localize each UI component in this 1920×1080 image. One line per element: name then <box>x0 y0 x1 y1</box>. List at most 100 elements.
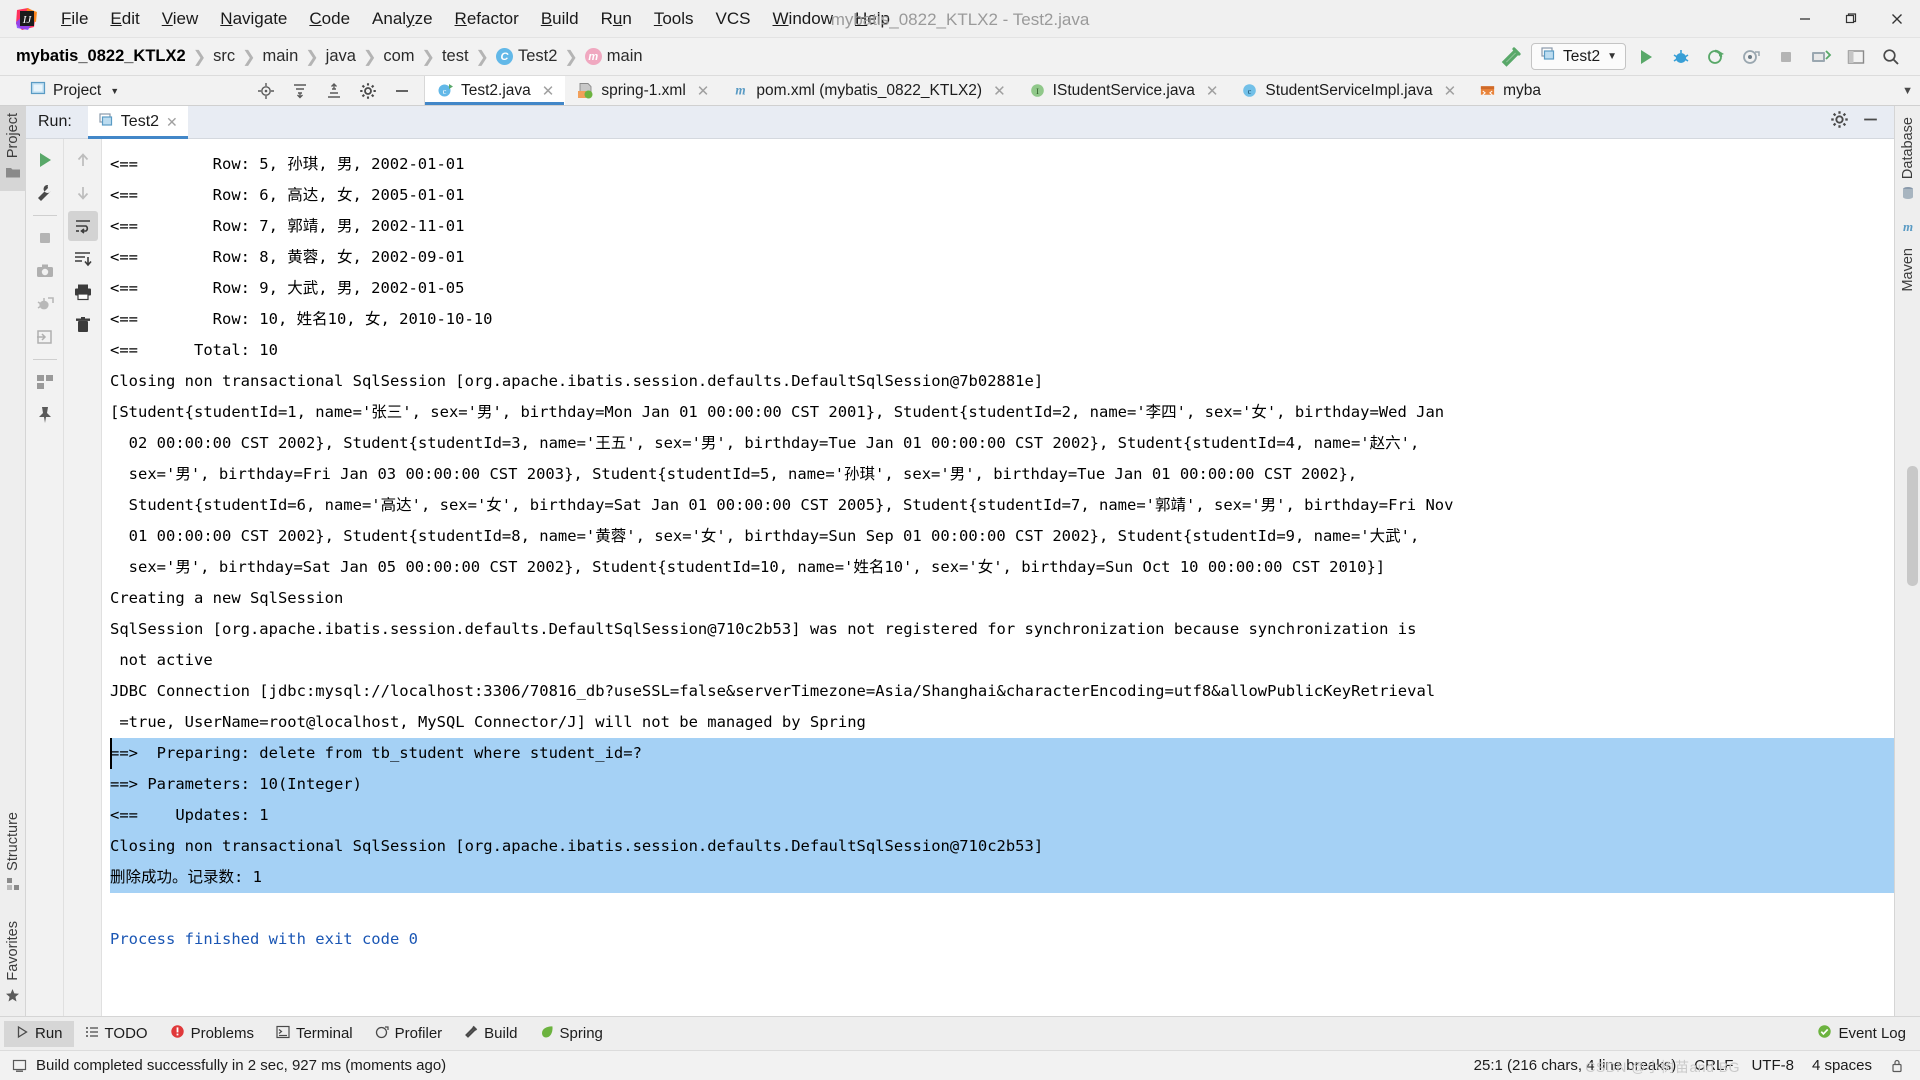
snapshot-button[interactable] <box>30 256 60 286</box>
breadcrumb-main-method[interactable]: m main <box>584 47 643 66</box>
hide-panel-icon[interactable] <box>387 76 417 106</box>
lock-icon[interactable] <box>1890 1058 1904 1073</box>
menu-code[interactable]: Code <box>298 6 361 32</box>
menu-analyze[interactable]: Analyze <box>361 6 444 32</box>
pin-tab-button[interactable] <box>30 400 60 430</box>
next-occurrence-button[interactable] <box>68 178 98 208</box>
menu-file[interactable]: File <box>50 6 99 32</box>
sidebar-item-favorites[interactable]: Favorites <box>5 914 21 1008</box>
menu-vcs[interactable]: VCS <box>705 6 762 32</box>
console-line: <== Updates: 1 <box>110 800 1894 831</box>
editor-tab-myba[interactable]: myba <box>1467 76 1552 105</box>
editor-tab-test2-java[interactable]: c Test2.java ✕ <box>425 76 566 105</box>
spring-xml-icon <box>577 82 594 99</box>
editor-tab-istudentservice-java[interactable]: I IStudentService.java ✕ <box>1017 76 1230 105</box>
indent-indicator[interactable]: 4 spaces <box>1812 1057 1872 1074</box>
menu-tools[interactable]: Tools <box>643 6 705 32</box>
caret-position[interactable]: 25:1 (216 chars, 4 line breaks) <box>1474 1057 1677 1074</box>
breadcrumb-test[interactable]: test <box>442 47 469 66</box>
menu-refactor[interactable]: Refactor <box>444 6 530 32</box>
menu-edit[interactable]: Edit <box>99 6 150 32</box>
menu-bar[interactable]: File Edit View Navigate Code Analyze Ref… <box>50 6 901 32</box>
close-button[interactable] <box>1874 0 1920 38</box>
svg-text:c: c <box>443 86 447 96</box>
breadcrumb-com[interactable]: com <box>383 47 414 66</box>
bottom-tab-label: TODO <box>104 1025 148 1042</box>
close-icon[interactable]: ✕ <box>697 82 710 100</box>
editor-tab-pom-xml[interactable]: m pom.xml (mybatis_0822_KTLX2) ✕ <box>720 76 1016 105</box>
bottom-tab-terminal[interactable]: Terminal <box>265 1021 364 1047</box>
sidebar-item-database[interactable]: Database <box>1900 106 1916 219</box>
close-icon[interactable]: ✕ <box>166 114 178 131</box>
gear-icon[interactable] <box>353 76 383 106</box>
run-with-coverage-icon[interactable] <box>1701 43 1731 71</box>
bottom-tab-problems[interactable]: Problems <box>159 1020 265 1047</box>
project-title[interactable]: Project ▼ <box>0 80 119 101</box>
dump-threads-button[interactable] <box>30 289 60 319</box>
menu-build[interactable]: Build <box>530 6 590 32</box>
notification-icon[interactable] <box>12 1058 28 1074</box>
breadcrumb-main[interactable]: main <box>263 47 299 66</box>
collapse-panel-icon[interactable] <box>1841 43 1871 71</box>
clear-all-button[interactable] <box>68 310 98 340</box>
close-icon[interactable]: ✕ <box>1206 82 1219 100</box>
run-configuration-selector[interactable]: Test2 ▼ <box>1531 43 1626 70</box>
breadcrumb-src[interactable]: src <box>213 47 235 66</box>
sidebar-item-project[interactable]: Project <box>0 106 26 192</box>
close-icon[interactable]: ✕ <box>1444 82 1457 100</box>
menu-window[interactable]: Window <box>762 6 844 32</box>
menu-navigate[interactable]: Navigate <box>209 6 298 32</box>
locate-target-icon[interactable] <box>251 76 281 106</box>
editor-tab-studentserviceimpl-java[interactable]: c StudentServiceImpl.java ✕ <box>1229 76 1467 105</box>
console-output[interactable]: <== Row: 5, 孙琪, 男, 2002-01-01 <== Row: 6,… <box>102 139 1894 1016</box>
line-separator-indicator[interactable]: CRLF <box>1694 1057 1733 1074</box>
sidebar-item-maven[interactable]: m Maven <box>1900 219 1916 299</box>
close-icon[interactable]: ✕ <box>993 82 1006 100</box>
debug-bug-icon[interactable] <box>1666 43 1696 71</box>
breadcrumb-java[interactable]: java <box>326 47 356 66</box>
editor-tabs-overflow-button[interactable]: ▼ <box>1895 76 1920 105</box>
encoding-indicator[interactable]: UTF-8 <box>1751 1057 1794 1074</box>
maximize-button[interactable] <box>1828 0 1874 38</box>
search-icon[interactable] <box>1876 43 1906 71</box>
restore-layout-button[interactable] <box>30 367 60 397</box>
bottom-tab-run[interactable]: Run <box>4 1020 74 1047</box>
menu-help[interactable]: Help <box>844 6 901 32</box>
scroll-to-end-button[interactable] <box>68 244 98 274</box>
bottom-tab-spring[interactable]: Spring <box>529 1021 614 1047</box>
run-play-icon[interactable] <box>1631 43 1661 71</box>
bottom-tab-profiler[interactable]: Profiler <box>364 1021 454 1047</box>
collapse-all-icon[interactable] <box>285 76 315 106</box>
print-button[interactable] <box>68 277 98 307</box>
breadcrumb-test2-class[interactable]: C Test2 <box>495 47 557 66</box>
breadcrumb-separator: ❯ <box>305 48 319 66</box>
breadcrumb-project[interactable]: mybatis_0822_KTLX2 <box>16 47 186 66</box>
bottom-tab-build[interactable]: Build <box>453 1021 528 1047</box>
close-icon[interactable]: ✕ <box>542 82 555 100</box>
profile-icon[interactable] <box>1736 43 1766 71</box>
rerun-button[interactable] <box>30 145 60 175</box>
hide-panel-icon[interactable] <box>1861 110 1880 134</box>
expand-all-icon[interactable] <box>319 76 349 106</box>
gear-icon[interactable] <box>1830 110 1849 134</box>
run-window-label: Run: <box>38 113 72 130</box>
hammer-icon[interactable] <box>1496 43 1526 71</box>
menu-run[interactable]: Run <box>590 6 643 32</box>
event-log-button[interactable]: Event Log <box>1817 1024 1920 1043</box>
console-scrollbar[interactable] <box>1907 466 1918 586</box>
run-tab-test2[interactable]: Test2 ✕ <box>87 105 188 139</box>
export-button[interactable] <box>30 322 60 352</box>
menu-view[interactable]: View <box>151 6 210 32</box>
edit-configuration-button[interactable] <box>30 178 60 208</box>
stop-button[interactable] <box>30 223 60 253</box>
minimize-button[interactable] <box>1782 0 1828 38</box>
previous-occurrence-button[interactable] <box>68 145 98 175</box>
bottom-tab-todo[interactable]: TODO <box>74 1021 159 1047</box>
soft-wrap-button[interactable] <box>67 211 98 241</box>
project-icon <box>30 80 46 101</box>
sidebar-item-structure[interactable]: Structure <box>5 805 21 897</box>
run-configuration-icon <box>98 112 114 133</box>
console-line: sex='男', birthday=Sat Jan 05 00:00:00 CS… <box>110 558 1386 576</box>
vcs-update-icon[interactable] <box>1806 43 1836 71</box>
editor-tab-spring-1-xml[interactable]: spring-1.xml ✕ <box>565 76 720 105</box>
